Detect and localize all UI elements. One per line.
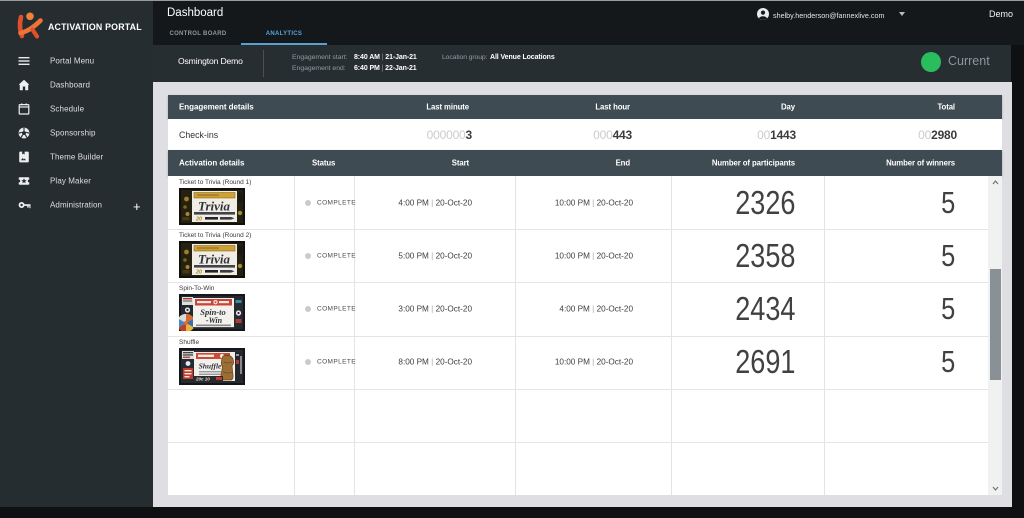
svg-text:-Win: -Win bbox=[206, 316, 223, 325]
svg-text:20: 20 bbox=[195, 270, 202, 276]
svg-text:Trivia: Trivia bbox=[198, 252, 231, 267]
svg-text:Trivia: Trivia bbox=[198, 199, 231, 214]
svg-text:20c 10: 20c 10 bbox=[195, 377, 210, 382]
svg-text:Shuffle: Shuffle bbox=[199, 362, 222, 371]
svg-text:20: 20 bbox=[195, 217, 202, 223]
